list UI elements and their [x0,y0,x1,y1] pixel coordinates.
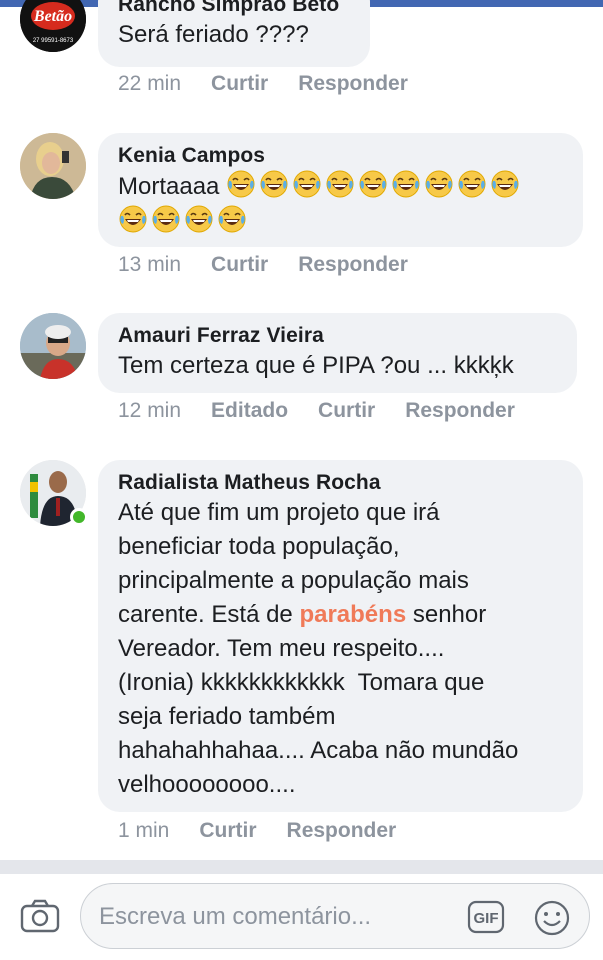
like-button[interactable]: Curtir [199,819,256,842]
comment-text-segment: carente. Está de [118,601,293,628]
comment-text-line: carente. Está de parabéns senhor [118,598,565,632]
laughing-emoji [392,170,420,198]
avatar-amauri[interactable] [20,313,86,379]
reply-button[interactable]: Responder [287,819,397,842]
laughing-emoji [359,170,387,198]
online-status-dot [70,508,88,526]
comment-actions: 22 min Curtir Responder [118,72,438,96]
laughing-emoji [152,205,180,233]
comment-text: Até que fim um projeto que irá beneficia… [118,496,565,802]
reply-button[interactable]: Responder [405,399,515,422]
svg-text:Betão: Betão [33,8,72,25]
camera-icon[interactable] [20,898,60,934]
comment-text-line: Até que fim um projeto que irá [118,499,440,526]
section-divider [0,860,603,874]
comment-actions: 13 min Curtir Responder [118,253,438,277]
gif-icon[interactable]: GIF [467,899,505,935]
comment-text-line: velhoooooooo.... [118,771,296,798]
laughing-emoji [218,205,246,233]
laughing-emoji [119,205,147,233]
comment-text: Mortaaaa [118,169,565,239]
comment-text-line: hahahahhahaa.... Acaba não mundão [118,737,519,764]
laughing-emoji [260,170,288,198]
laughing-emoji [425,170,453,198]
comment-time: 12 min [118,399,182,422]
like-button[interactable]: Curtir [318,399,375,422]
comment-text-line: seja feriado também [118,703,336,730]
comment-actions: 12 min Editado Curtir Responder [118,399,545,423]
comment-bubble[interactable]: Rancho Simprão Beto Será feriado ???? [98,0,370,67]
smiley-icon[interactable] [533,899,571,937]
highlighted-word[interactable]: parabéns [299,601,406,628]
comment-time: 13 min [118,253,182,276]
profile-photo-icon [20,313,86,379]
svg-text:GIF: GIF [474,910,499,927]
comment-text: Tem certeza que é PIPA ?ou ... kkkķk [118,352,514,379]
comment-bubble[interactable]: Radialista Matheus Rocha Até que fim um … [98,460,583,812]
svg-text:27 99591-8673: 27 99591-8673 [33,38,74,44]
comment-text: Será feriado ???? [118,21,309,48]
like-button[interactable]: Curtir [211,253,268,276]
comment-author[interactable]: Radialista Matheus Rocha [118,470,565,496]
comment-text-content: Mortaaaa [118,173,220,200]
betao-logo-icon: Betão 27 99591-8673 [20,0,86,52]
comment-actions: 1 min Curtir Responder [118,819,426,843]
reply-button[interactable]: Responder [298,253,408,276]
comment-time: 22 min [118,72,182,95]
avatar-kenia[interactable] [20,133,86,199]
comment-text-line: principalmente a população mais [118,567,469,594]
laughing-emoji [326,170,354,198]
reply-button[interactable]: Responder [298,72,408,95]
comment-author[interactable]: Amauri Ferraz Vieira [118,323,559,349]
avatar-rancho[interactable]: Betão 27 99591-8673 [20,0,86,52]
laughing-emoji [293,170,321,198]
comment-bubble[interactable]: Amauri Ferraz Vieira Tem certeza que é P… [98,313,577,393]
laughing-emoji [458,170,486,198]
comment-text-segment: senhor [406,601,487,628]
comment-text-line: Vereador. Tem meu respeito.... [118,635,445,662]
comment-author[interactable]: Kenia Campos [118,143,565,169]
comment-input[interactable]: Escreva um comentário... GIF [80,883,590,949]
laughing-emoji [227,170,255,198]
edited-label[interactable]: Editado [211,399,288,422]
comment-time: 1 min [118,819,170,842]
like-button[interactable]: Curtir [211,72,268,95]
comment-text-line: (Ironia) kkkkkkkkkkkk Tomara que [118,669,485,696]
comment-author[interactable]: Rancho Simprão Beto [118,0,352,18]
profile-photo-icon [20,133,86,199]
comment-bubble[interactable]: Kenia Campos Mortaaaa [98,133,583,247]
comment-text-line: beneficiar toda população, [118,533,400,560]
laughing-emoji [185,205,213,233]
laughing-emoji [491,170,519,198]
comment-composer: Escreva um comentário... GIF [0,874,603,960]
comment-input-placeholder: Escreva um comentário... [99,903,372,930]
